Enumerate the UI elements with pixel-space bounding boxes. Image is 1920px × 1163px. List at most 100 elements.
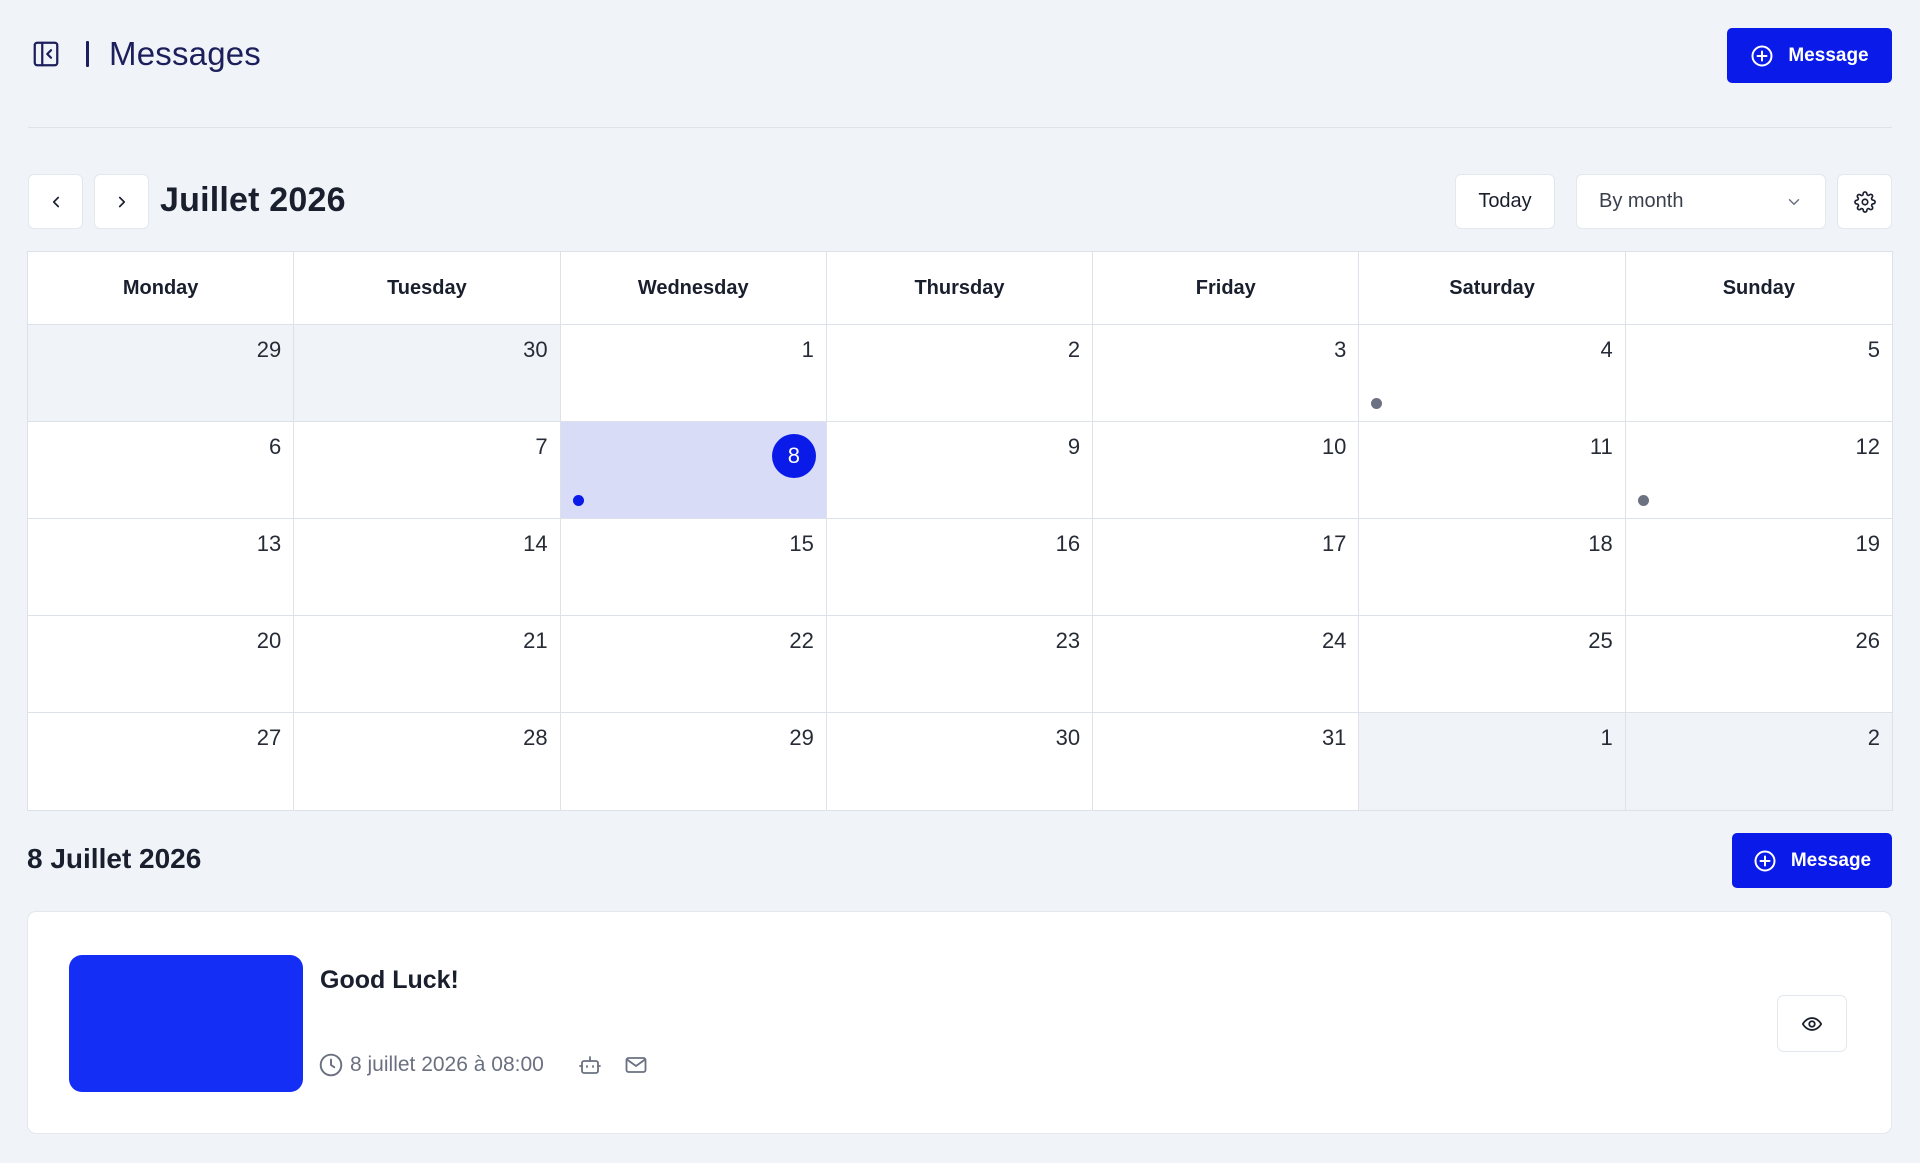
day-number: 5 bbox=[1867, 337, 1880, 362]
calendar-day-cell[interactable]: 3 bbox=[1093, 325, 1360, 422]
add-day-message-button[interactable]: Message bbox=[1732, 833, 1892, 888]
calendar-day-cell[interactable]: 9 bbox=[826, 422, 1094, 519]
day-number: 6 bbox=[269, 434, 282, 459]
today-button[interactable]: Today bbox=[1455, 174, 1555, 229]
day-number: 1 bbox=[1600, 725, 1613, 750]
calendar-day-cell[interactable]: 24 bbox=[1093, 616, 1360, 713]
gear-icon bbox=[1853, 190, 1876, 213]
day-number: 16 bbox=[1055, 531, 1081, 556]
day-number: 21 bbox=[523, 628, 548, 653]
page-title: Messages bbox=[109, 35, 262, 72]
calendar-day-cell[interactable]: 28 bbox=[294, 713, 561, 810]
calendar-day-cell[interactable]: 26 bbox=[1625, 616, 1892, 713]
page-header: Messages Message bbox=[28, 26, 1892, 83]
chevron-down-icon bbox=[1788, 198, 1800, 205]
calendar-day-cell[interactable]: 5 bbox=[1625, 325, 1892, 422]
calendar-day-cell[interactable]: 20 bbox=[28, 616, 295, 713]
calendar-day-cell[interactable]: 1 bbox=[560, 325, 827, 422]
calendar-day-cell[interactable]: 23 bbox=[826, 616, 1094, 713]
eye-icon bbox=[1801, 1016, 1823, 1031]
calendar-day-cell[interactable]: 7 bbox=[294, 422, 561, 519]
new-message-label: Message bbox=[1788, 44, 1869, 66]
view-message-button[interactable] bbox=[1777, 995, 1847, 1052]
calendar-day-cell[interactable]: 10 bbox=[1093, 422, 1360, 519]
day-number: 3 bbox=[1334, 337, 1347, 362]
calendar-day-cell[interactable]: 29 bbox=[28, 325, 295, 422]
day-number: 20 bbox=[256, 628, 282, 653]
day-number: 12 bbox=[1855, 434, 1880, 459]
plus-circle-icon bbox=[1751, 45, 1773, 66]
calendar-day-cell[interactable]: 1 bbox=[1359, 713, 1626, 810]
calendar-day-cell[interactable]: 31 bbox=[1093, 713, 1360, 810]
day-number: 7 bbox=[535, 434, 548, 459]
calendar-day-cell[interactable]: 2 bbox=[1625, 713, 1892, 810]
calendar-day-cell[interactable]: 27 bbox=[28, 713, 295, 810]
message-datetime: 8 juillet 2026 à 08:00 bbox=[350, 1053, 544, 1076]
new-message-button[interactable]: Message bbox=[1727, 28, 1892, 83]
event-indicator-dot bbox=[1637, 495, 1649, 506]
day-number: 9 bbox=[1067, 434, 1081, 459]
calendar-day-cell[interactable]: 17 bbox=[1093, 519, 1360, 616]
calendar-day-cell[interactable]: 4 bbox=[1359, 325, 1626, 422]
next-month-button[interactable] bbox=[94, 174, 149, 229]
day-number: 29 bbox=[256, 337, 282, 362]
day-number: 14 bbox=[523, 531, 548, 556]
day-number: 27 bbox=[256, 725, 282, 750]
calendar-day-cell[interactable]: 11 bbox=[1359, 422, 1626, 519]
calendar-day-cell[interactable]: 13 bbox=[28, 519, 295, 616]
calendar-day-cell[interactable]: 30 bbox=[826, 713, 1094, 810]
day-number: 24 bbox=[1321, 628, 1347, 653]
calendar-day-cell-selected[interactable]: 8 bbox=[560, 422, 827, 519]
calendar-day-cell[interactable]: 25 bbox=[1359, 616, 1626, 713]
event-indicator-dot bbox=[572, 495, 584, 506]
chevron-left-icon bbox=[52, 196, 59, 207]
add-day-message-label: Message bbox=[1790, 849, 1872, 871]
message-meta: 8 juillet 2026 à 08:00 bbox=[318, 1050, 650, 1080]
calendar-day-cell[interactable]: 22 bbox=[560, 616, 827, 713]
calendar-day-cell[interactable]: 12 bbox=[1625, 422, 1892, 519]
day-number: 10 bbox=[1321, 434, 1347, 459]
day-number: 22 bbox=[789, 628, 814, 653]
previous-month-button[interactable] bbox=[28, 174, 83, 229]
calendar-day-cell[interactable]: 21 bbox=[294, 616, 561, 713]
calendar-day-cell[interactable]: 30 bbox=[294, 325, 561, 422]
sidebar-toggle-button[interactable] bbox=[28, 36, 64, 72]
calendar-toolbar: Juillet 2026 Today By month bbox=[28, 174, 1892, 229]
message-card[interactable]: Good Luck! 8 juillet 2026 à 08:00 bbox=[27, 911, 1892, 1134]
day-number: 2 bbox=[1867, 725, 1880, 750]
calendar-day-cell[interactable]: 15 bbox=[560, 519, 827, 616]
calendar-day-cell[interactable]: 6 bbox=[28, 422, 295, 519]
day-number: 15 bbox=[789, 531, 814, 556]
day-number: 4 bbox=[1600, 337, 1613, 362]
current-month-title: Juillet 2026 bbox=[160, 181, 346, 219]
selected-day-title: 8 Juillet 2026 bbox=[27, 843, 202, 874]
day-number: 29 bbox=[789, 725, 814, 750]
day-number: 17 bbox=[1321, 531, 1347, 556]
day-number: 18 bbox=[1588, 531, 1613, 556]
weekday-header: Wednesday bbox=[560, 252, 827, 325]
calendar-day-cell[interactable]: 18 bbox=[1359, 519, 1626, 616]
calendar-settings-button[interactable] bbox=[1837, 174, 1892, 229]
clock-icon bbox=[319, 1053, 343, 1077]
weekday-header: Thursday bbox=[826, 252, 1094, 325]
weekday-header: Monday bbox=[28, 252, 295, 325]
calendar-day-cell[interactable]: 29 bbox=[560, 713, 827, 810]
day-number: 26 bbox=[1855, 628, 1880, 653]
day-number: 13 bbox=[256, 531, 282, 556]
calendar-day-cell[interactable]: 2 bbox=[826, 325, 1094, 422]
event-indicator-dot bbox=[1371, 398, 1383, 409]
message-title: Good Luck! bbox=[320, 966, 459, 994]
plus-circle-icon bbox=[1754, 850, 1776, 871]
title-separator bbox=[86, 41, 89, 67]
robot-icon bbox=[578, 1053, 602, 1077]
view-mode-select[interactable]: By month bbox=[1576, 174, 1826, 229]
day-number: 30 bbox=[1055, 725, 1081, 750]
day-number: 8 bbox=[771, 434, 816, 478]
day-number: 11 bbox=[1589, 434, 1613, 459]
day-number: 2 bbox=[1067, 337, 1081, 362]
weekday-header: Tuesday bbox=[294, 252, 561, 325]
month-calendar-grid: Monday Tuesday Wednesday Thursday Friday… bbox=[27, 251, 1893, 811]
calendar-day-cell[interactable]: 19 bbox=[1625, 519, 1892, 616]
calendar-day-cell[interactable]: 16 bbox=[826, 519, 1094, 616]
calendar-day-cell[interactable]: 14 bbox=[294, 519, 561, 616]
